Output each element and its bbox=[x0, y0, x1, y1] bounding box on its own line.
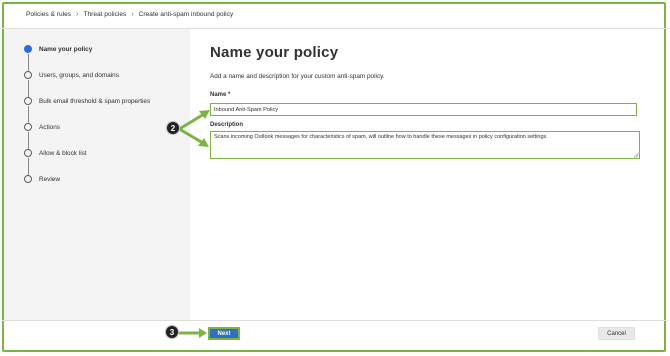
annotation-arrows bbox=[178, 110, 210, 338]
arrow-to-description-field bbox=[179, 128, 209, 147]
arrow-to-next-button bbox=[178, 328, 207, 338]
arrow-to-name-field bbox=[179, 110, 210, 130]
callout-badge-2: 2 bbox=[166, 121, 180, 135]
callout-badge-3: 3 bbox=[165, 325, 179, 339]
